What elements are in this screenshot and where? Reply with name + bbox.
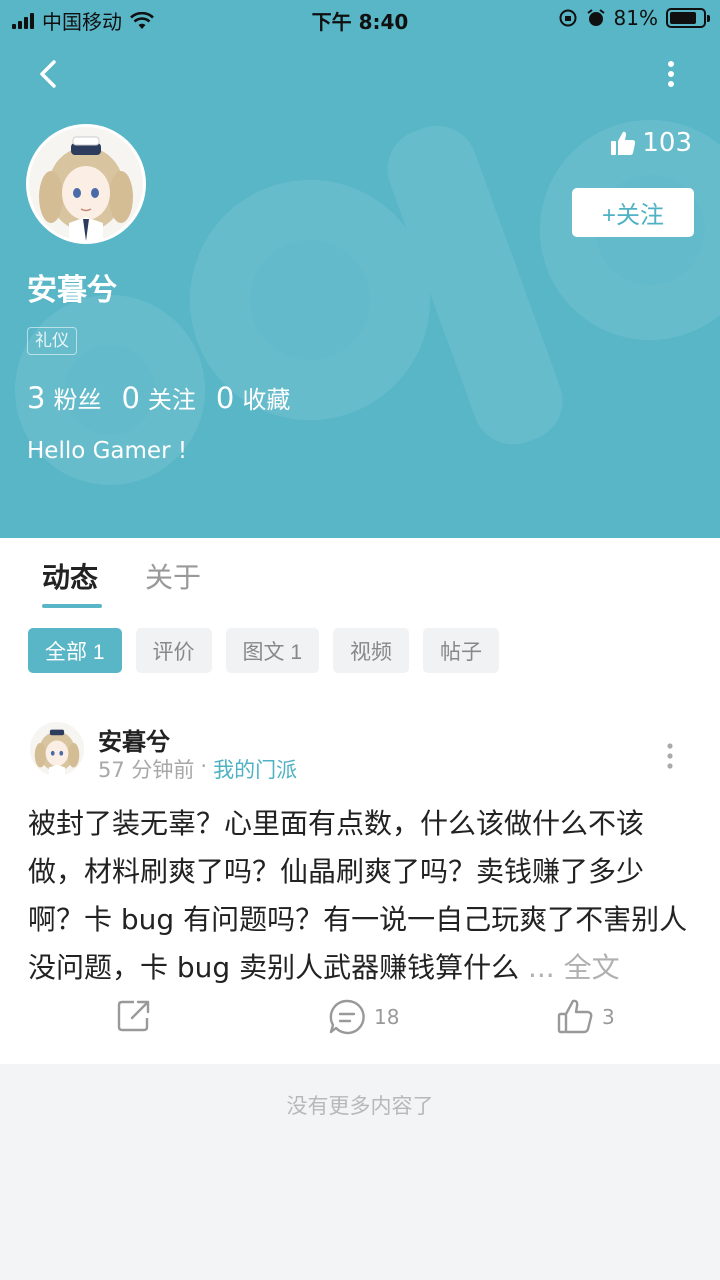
stat-following[interactable]: 0 关注	[121, 380, 195, 415]
stat-fans[interactable]: 3 粉丝	[27, 380, 101, 415]
share-icon	[117, 1000, 150, 1032]
avatar[interactable]	[26, 124, 146, 244]
likes-count: 103	[642, 128, 692, 158]
post-author[interactable]: 安暮兮	[98, 722, 170, 757]
post-card[interactable]: 安暮兮 57 分钟前 · 我的门派 被封了装无辜？心里面有点数，什么该做什么不该…	[0, 712, 720, 1064]
read-more-link[interactable]: 全文	[564, 951, 620, 984]
profile-stats: 3 粉丝 0 关注 0 收藏	[27, 380, 310, 415]
comment-count: 18	[374, 1005, 400, 1029]
profile-header: 中国移动 下午 8:40 81% 103 +关注 安暮兮 礼仪 3 粉丝 0 关…	[0, 0, 720, 538]
alarm-icon	[586, 9, 605, 26]
more-vertical-icon[interactable]	[656, 56, 686, 92]
filter-image-text[interactable]: 图文 1	[225, 628, 320, 673]
profile-bio: Hello Gamer !	[27, 438, 188, 464]
post-more-icon[interactable]	[660, 738, 680, 774]
post-avatar[interactable]	[30, 722, 84, 776]
post-body[interactable]: 被封了装无辜？心里面有点数，什么该做什么不该做，材料刷爽了吗？仙晶刷爽了吗？卖钱…	[28, 800, 696, 992]
tab-indicator	[42, 604, 102, 608]
post-actions: 18 3	[0, 984, 720, 1054]
battery-icon	[666, 8, 710, 28]
like-count: 3	[602, 1005, 615, 1029]
profile-name: 安暮兮	[27, 273, 117, 308]
filter-all[interactable]: 全部 1	[28, 628, 122, 673]
profile-tag: 礼仪	[27, 327, 77, 355]
tab-bar: 动态 关于	[0, 538, 720, 610]
post-time: 57 分钟前	[98, 758, 195, 782]
content-panel: 动态 关于 全部 1 评价 图文 1 视频 帖子 安暮兮 57 分钟前 · 我的…	[0, 538, 720, 1064]
profile-likes: 103	[610, 128, 692, 158]
rotation-lock-icon	[559, 9, 577, 27]
battery-percent: 81%	[613, 6, 658, 30]
post-ellipsis: ...	[519, 951, 564, 984]
post-meta: 57 分钟前 · 我的门派	[98, 754, 297, 784]
tab-feed[interactable]: 动态	[42, 556, 98, 596]
status-bar: 中国移动 下午 8:40 81%	[0, 0, 720, 38]
filter-posts[interactable]: 帖子	[423, 628, 500, 673]
like-button[interactable]: 3	[556, 998, 615, 1036]
back-icon[interactable]	[30, 56, 66, 92]
tab-about[interactable]: 关于	[145, 556, 201, 596]
filter-videos[interactable]: 视频	[333, 628, 410, 673]
comment-button[interactable]: 18	[328, 998, 399, 1036]
filter-reviews[interactable]: 评价	[135, 628, 212, 673]
filter-chips: 全部 1 评价 图文 1 视频 帖子	[28, 628, 500, 673]
thumbs-up-outline-icon	[557, 999, 593, 1034]
comment-icon	[329, 999, 365, 1035]
share-button[interactable]	[116, 998, 152, 1034]
post-group-link[interactable]: 我的门派	[213, 754, 297, 784]
stat-favorites[interactable]: 0 收藏	[216, 380, 290, 415]
meta-separator: ·	[200, 754, 208, 778]
thumbs-up-icon	[611, 131, 636, 155]
follow-button[interactable]: +关注	[572, 188, 694, 237]
end-of-list-text: 没有更多内容了	[286, 1094, 434, 1118]
